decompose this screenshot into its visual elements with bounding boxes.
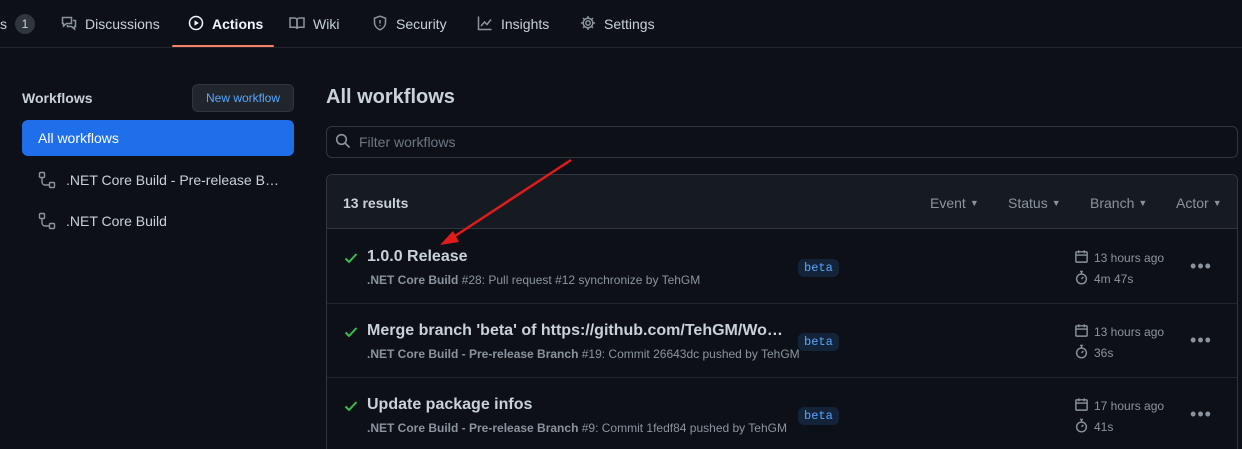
- run-meta-detail: #9: Commit 1fedf84 pushed by TehGM: [578, 421, 787, 435]
- kebab-horizontal-icon[interactable]: •••: [1189, 404, 1213, 424]
- branch-badge[interactable]: beta: [798, 407, 839, 425]
- run-duration: 36s: [1074, 344, 1113, 362]
- kebab-horizontal-icon[interactable]: •••: [1189, 256, 1213, 276]
- tab-issues-label: s: [0, 16, 7, 32]
- run-time-ago: 13 hours ago: [1074, 249, 1164, 267]
- run-workflow-name: .NET Core Build - Pre-release Branch: [367, 421, 579, 435]
- run-meta: .NET Core Build - Pre-release Branch #9:…: [367, 421, 787, 435]
- new-workflow-button[interactable]: New workflow: [192, 84, 294, 112]
- play-icon: [188, 15, 204, 34]
- run-time-ago: 13 hours ago: [1074, 323, 1164, 341]
- filter-workflows-field[interactable]: [326, 126, 1238, 158]
- check-icon: [343, 250, 359, 266]
- duration-label: 41s: [1094, 420, 1114, 434]
- time-ago-label: 17 hours ago: [1094, 399, 1165, 413]
- caret-down-icon: ▼: [969, 198, 979, 208]
- filter-workflows-input[interactable]: [359, 134, 1219, 150]
- results-header: 13 results Event ▼ Status ▼ Branch ▼ Actor ▼: [327, 175, 1237, 229]
- tab-actions-label: Actions: [212, 16, 264, 32]
- sidebar-item-label: All workflows: [38, 130, 119, 146]
- event-filter-dropdown[interactable]: Event ▼: [930, 195, 979, 211]
- book-icon: [289, 15, 305, 34]
- workflow-runs-list: 13 results Event ▼ Status ▼ Branch ▼ Actor ▼…: [326, 174, 1238, 449]
- issues-count-badge: 1: [15, 14, 35, 34]
- tab-security-label: Security: [396, 16, 447, 32]
- check-icon: [343, 398, 359, 414]
- caret-down-icon: ▼: [1051, 198, 1061, 208]
- run-workflow-name: .NET Core Build - Pre-release Branch: [367, 347, 579, 361]
- check-icon: [343, 324, 359, 340]
- sidebar-item-prerelease-build[interactable]: .NET Core Build - Pre-release Branch: [22, 162, 294, 198]
- shield-icon: [372, 14, 388, 34]
- sidebar-item-core-build[interactable]: .NET Core Build: [22, 203, 294, 239]
- workflow-run-row[interactable]: Update package infos .NET Core Build - P…: [327, 378, 1237, 449]
- time-ago-label: 13 hours ago: [1094, 325, 1165, 339]
- time-ago-label: 13 hours ago: [1094, 251, 1165, 265]
- caret-down-icon: ▼: [1212, 198, 1222, 208]
- stopwatch-icon: [1074, 418, 1089, 436]
- run-duration: 41s: [1074, 418, 1113, 436]
- results-count: 13 results: [343, 195, 409, 211]
- sidebar-item-label: .NET Core Build - Pre-release Branch: [66, 172, 282, 188]
- calendar-icon: [1074, 323, 1089, 341]
- calendar-icon: [1074, 249, 1089, 267]
- actor-filter-dropdown[interactable]: Actor ▼: [1176, 195, 1222, 211]
- tab-actions[interactable]: Actions: [188, 0, 263, 48]
- sidebar-title: Workflows: [22, 90, 93, 106]
- tab-issues[interactable]: s 1: [0, 0, 35, 48]
- sidebar-item-label: .NET Core Build: [66, 213, 167, 229]
- calendar-icon: [1074, 397, 1089, 415]
- tab-settings-label: Settings: [604, 16, 655, 32]
- caret-down-icon: ▼: [1138, 198, 1148, 208]
- tab-insights[interactable]: Insights: [477, 0, 549, 48]
- tab-discussions[interactable]: Discussions: [61, 0, 160, 48]
- status-filter-dropdown[interactable]: Status ▼: [1008, 195, 1061, 211]
- tab-insights-label: Insights: [501, 16, 550, 32]
- actor-filter-label: Actor: [1176, 195, 1209, 211]
- run-meta-detail: #28: Pull request #12 synchronize by Teh…: [458, 273, 701, 287]
- repo-nav: s 1 Discussions Actions Wiki Security In…: [0, 0, 1242, 48]
- branch-filter-label: Branch: [1090, 195, 1135, 211]
- search-icon: [335, 133, 359, 152]
- workflow-icon: [38, 212, 56, 230]
- tab-security[interactable]: Security: [372, 0, 447, 48]
- run-title-link[interactable]: Merge branch 'beta' of https://github.co…: [367, 322, 787, 340]
- active-tab-underline: [172, 45, 274, 47]
- duration-label: 36s: [1094, 346, 1114, 360]
- event-filter-label: Event: [930, 195, 966, 211]
- run-title-link[interactable]: 1.0.0 Release: [367, 248, 468, 266]
- workflow-icon: [38, 171, 56, 189]
- branch-badge[interactable]: beta: [798, 333, 839, 351]
- duration-label: 4m 47s: [1094, 272, 1134, 286]
- run-workflow-name: .NET Core Build: [367, 273, 459, 287]
- run-meta: .NET Core Build - Pre-release Branch #19…: [367, 347, 800, 361]
- run-meta: .NET Core Build #28: Pull request #12 sy…: [367, 273, 700, 287]
- branch-badge[interactable]: beta: [798, 259, 839, 277]
- page-title: All workflows: [326, 86, 455, 108]
- workflow-run-row[interactable]: Merge branch 'beta' of https://github.co…: [327, 304, 1237, 378]
- workflow-run-row[interactable]: 1.0.0 Release .NET Core Build #28: Pull …: [327, 230, 1237, 304]
- gear-icon: [580, 15, 596, 34]
- tab-wiki-label: Wiki: [313, 16, 340, 32]
- graph-icon: [477, 15, 493, 34]
- comment-discussion-icon: [61, 15, 77, 34]
- status-filter-label: Status: [1008, 195, 1048, 211]
- branch-filter-dropdown[interactable]: Branch ▼: [1090, 195, 1147, 211]
- sidebar-item-all-workflows[interactable]: All workflows: [22, 120, 294, 156]
- run-duration: 4m 47s: [1074, 270, 1133, 288]
- run-time-ago: 17 hours ago: [1074, 397, 1164, 415]
- tab-wiki[interactable]: Wiki: [289, 0, 339, 48]
- stopwatch-icon: [1074, 270, 1089, 288]
- run-title-link[interactable]: Update package infos: [367, 396, 532, 414]
- run-meta-detail: #19: Commit 26643dc pushed by TehGM: [578, 347, 800, 361]
- tab-settings[interactable]: Settings: [580, 0, 655, 48]
- kebab-horizontal-icon[interactable]: •••: [1189, 330, 1213, 350]
- stopwatch-icon: [1074, 344, 1089, 362]
- tab-discussions-label: Discussions: [85, 16, 160, 32]
